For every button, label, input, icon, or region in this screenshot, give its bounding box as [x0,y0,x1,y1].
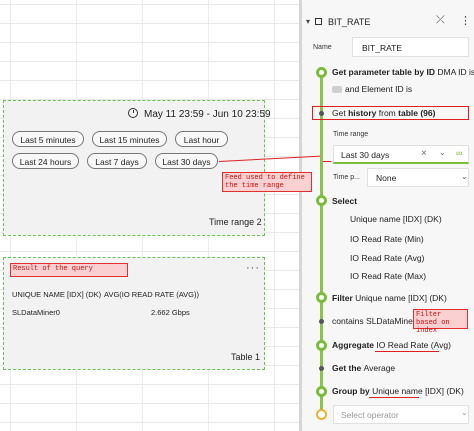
select-item[interactable]: IO Read Rate (Min) [350,234,424,244]
table-cell-avg-value: 2.662 Gbps [151,308,190,317]
annotation-result: Result of the query [10,263,128,277]
select-item[interactable]: Unique name [IDX] (DK) [350,214,442,224]
chevron-down-icon[interactable]: ⌄ [439,148,446,157]
underline-aggregate [375,351,439,352]
select-item[interactable]: IO Read Rate (Avg) [350,253,425,263]
step-dot [319,366,324,371]
step-contains[interactable]: contains SLDataMiner [332,316,416,326]
query-timeline [320,70,323,410]
column-header-unique-name[interactable]: UNIQUE NAME [IDX] (DK) [12,290,101,299]
step-aggregate[interactable]: Aggregate IO Read Rate (Avg) [332,340,451,350]
select-item[interactable]: IO Read Rate (Max) [350,271,426,281]
clock-icon [128,108,138,118]
element-id-blurred [332,86,342,93]
step-node [316,195,327,206]
date-range-display: May 11 23:59 - Jun 10 23:59 [128,108,271,120]
preset-last-hour[interactable]: Last hour [175,131,228,147]
step-get-parameter-table[interactable]: Get parameter table by ID DMA ID is [332,67,474,77]
feed-arrow-head-line [323,161,331,162]
step-get-history[interactable]: Get history from table (96) [332,108,435,118]
step-filter[interactable]: Filter Unique name [IDX] (DK) [332,293,447,303]
preset-last-5-minutes[interactable]: Last 5 minutes [12,131,84,147]
name-label: Name [313,44,332,51]
unlink-icon[interactable]: ⤫ [436,14,445,27]
table-cell-unique-name: SLDataMiner0 [12,308,60,317]
operator-chevron-icon[interactable]: ⌄ [461,408,468,417]
clear-icon[interactable]: × [421,148,427,159]
add-step-node [316,409,327,420]
time-p-value[interactable]: None [376,173,396,183]
date-range-text: May 11 23:59 - Jun 10 23:59 [144,109,271,120]
preset-last-24-hours[interactable]: Last 24 hours [12,153,79,169]
step-get-the[interactable]: Get the Average [332,363,395,373]
step-node [316,386,327,397]
select-operator-placeholder[interactable]: Select operator [341,410,399,420]
panel-title: BIT_RATE [328,17,371,27]
annotation-filter: Filter based on index [413,309,468,335]
step-node [316,292,327,303]
time-range-label: Time range [333,131,369,138]
time-p-chevron-icon[interactable]: ⌄ [461,172,468,181]
more-options-icon[interactable]: ··· [246,262,260,274]
step-node [316,67,327,78]
underline-group-by [369,397,419,398]
step-element-id: and Element ID is [345,84,413,94]
widget-caption-table: Table 1 [231,352,261,362]
step-node [316,340,327,351]
preset-last-15-minutes[interactable]: Last 15 minutes [92,131,167,147]
panel-header-icon: ▾ [306,17,311,26]
preset-last-30-days[interactable]: Last 30 days [155,153,218,169]
column-header-avg-io-read-rate[interactable]: AVG(IO READ RATE (AVG)) [104,290,199,299]
preset-last-7-days[interactable]: Last 7 days [87,153,147,169]
annotation-feed: Feed used to define the time range [222,172,312,192]
link-icon[interactable]: ∞ [456,148,462,158]
name-value[interactable]: BIT_RATE [362,43,402,53]
time-p-label: Time p... [333,174,360,181]
time-range-value[interactable]: Last 30 days [341,150,389,160]
table-icon [315,18,322,25]
step-select[interactable]: Select [332,196,357,206]
more-icon[interactable]: ⋮ [460,14,471,27]
step-dot [319,319,324,324]
widget-caption-time-range: Time range 2 [209,217,262,227]
step-group-by[interactable]: Group by Unique name [IDX] (DK) [332,386,464,396]
